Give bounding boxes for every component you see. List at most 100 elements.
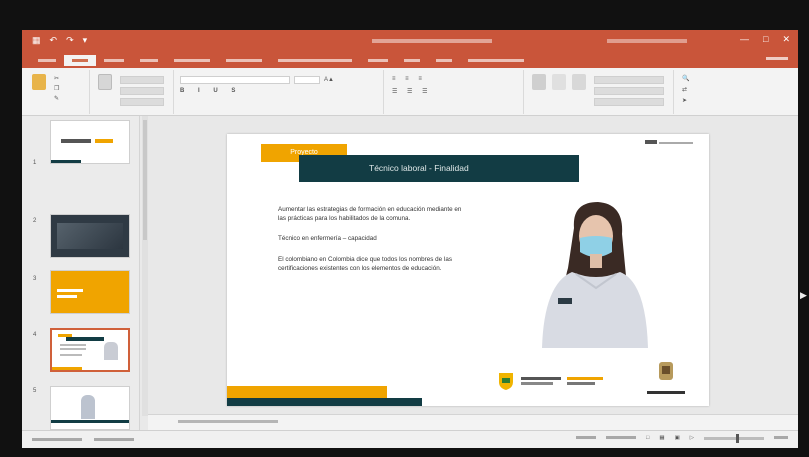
zoom-slider-knob[interactable] (736, 433, 739, 443)
minimize-icon[interactable]: — (740, 34, 749, 45)
tab-view[interactable] (396, 55, 428, 66)
ribbon-tabs (22, 52, 798, 68)
slide-title-bar: Técnico laboral - Finalidad (299, 155, 579, 182)
powerpoint-window: ▦ ↶ ↷ ▾ — □ ✕ ✂ ❐ ✎ B I U S A▲ ≡ ≡ ≡ ☰ ☰… (22, 30, 798, 448)
paragraph-group: ≡ ≡ ≡ ☰ ☰ ☰ (384, 70, 524, 114)
share-button[interactable] (766, 55, 788, 62)
close-icon[interactable]: ✕ (782, 34, 790, 45)
font-name-field[interactable] (180, 76, 290, 84)
tab-insert[interactable] (96, 55, 132, 66)
editing-group: 🔍 ⇄ ➤ (674, 70, 798, 114)
redo-icon[interactable]: ↷ (66, 35, 74, 46)
slide-thumbnail[interactable] (50, 270, 130, 314)
logo-row (497, 371, 603, 391)
person-photo (542, 202, 648, 348)
format-painter-icon[interactable]: ✎ (54, 95, 59, 102)
slide-number: 3 (33, 276, 37, 282)
slide-number: 1 (33, 160, 37, 166)
cut-icon[interactable]: ✂ (54, 75, 59, 82)
tab-file[interactable] (30, 55, 64, 66)
layout-button[interactable] (120, 76, 164, 84)
status-left (32, 437, 134, 443)
status-right: □ ▦ ▣ ▷ (576, 433, 788, 443)
find-icon[interactable]: 🔍 (682, 75, 689, 82)
slide-body-text: Aumentar las estrategias de formación en… (278, 205, 468, 284)
slide-footer-accent (227, 386, 387, 398)
shape-fill-button[interactable] (594, 76, 664, 84)
reading-view-icon[interactable]: ▣ (675, 435, 680, 441)
slide-number: 5 (33, 388, 37, 394)
normal-view-icon[interactable]: □ (646, 435, 649, 441)
language-indicator (94, 437, 134, 443)
grow-font-icon[interactable]: A▲ (324, 77, 334, 83)
tab-design[interactable] (132, 55, 166, 66)
clipboard-label (22, 107, 89, 113)
slide-thumbnail-selected[interactable] (50, 328, 130, 372)
slideshow-icon[interactable]: ▷ (690, 435, 694, 441)
shape-outline-button[interactable] (594, 87, 664, 95)
body-paragraph-2: Técnico en enfermería – capacidad (278, 235, 377, 243)
zoom-level[interactable] (774, 435, 788, 441)
window-title (352, 36, 512, 45)
body-paragraph-3: El colombiano en Colombia dice que todos… (278, 255, 452, 272)
clipboard-group: ✂ ❐ ✎ (22, 70, 90, 114)
slide-footer-bar (227, 398, 422, 406)
slide-number: 2 (33, 218, 37, 224)
slide-number: 4 (33, 332, 37, 338)
coat-of-arms-icon (659, 362, 673, 380)
institution-logo-2 (567, 377, 603, 391)
quick-access-toolbar: ▦ ↶ ↷ ▾ (32, 35, 87, 46)
slide-header-logo (645, 140, 693, 146)
select-icon[interactable]: ➤ (682, 97, 687, 104)
tab-help[interactable] (428, 55, 460, 66)
user-account[interactable] (607, 36, 687, 45)
maximize-icon[interactable]: □ (763, 34, 768, 45)
current-slide[interactable]: Proyecto Técnico laboral - Finalidad Aum… (227, 134, 709, 406)
video-frame: ▦ ↶ ↷ ▾ — □ ✕ ✂ ❐ ✎ B I U S A▲ ≡ ≡ ≡ ☰ ☰… (0, 0, 809, 457)
font-format-buttons[interactable]: B I U S (180, 88, 241, 94)
shape-effects-button[interactable] (594, 98, 664, 106)
window-controls: — □ ✕ (740, 34, 790, 45)
bullets-icon[interactable]: ≡ ≡ ≡ (392, 76, 426, 82)
notes-toggle[interactable] (576, 435, 597, 441)
undo-icon[interactable]: ↶ (50, 35, 58, 46)
notes-placeholder (178, 419, 278, 425)
institution-logo-1 (521, 377, 561, 391)
city-logo (647, 360, 685, 394)
paste-icon[interactable] (32, 74, 46, 90)
slide-thumbnail[interactable] (50, 214, 130, 258)
tab-transitions[interactable] (166, 55, 218, 66)
slide-thumbnail[interactable] (50, 386, 130, 430)
quick-styles-icon[interactable] (572, 74, 586, 90)
replace-icon[interactable]: ⇄ (682, 86, 687, 93)
copy-icon[interactable]: ❐ (54, 85, 59, 92)
customize-icon[interactable]: ▾ (83, 35, 88, 46)
slide-counter (32, 437, 82, 443)
tab-tell-me[interactable] (460, 55, 532, 66)
align-icons[interactable]: ☰ ☰ ☰ (392, 88, 431, 95)
right-edge-marker: ▶ (800, 290, 807, 300)
comments-toggle[interactable] (606, 435, 637, 441)
status-bar: □ ▦ ▣ ▷ (22, 430, 798, 448)
arrange-icon[interactable] (552, 74, 566, 90)
shapes-icon[interactable] (532, 74, 546, 90)
zoom-slider[interactable] (704, 433, 764, 443)
slide-editing-area: Proyecto Técnico laboral - Finalidad Aum… (148, 116, 798, 430)
reset-button[interactable] (120, 87, 164, 95)
notes-pane[interactable] (148, 414, 798, 430)
slide-thumbnail[interactable] (50, 120, 130, 164)
section-button[interactable] (120, 98, 164, 106)
new-slide-icon[interactable] (98, 74, 112, 90)
slide-sorter-icon[interactable]: ▦ (659, 435, 664, 441)
ribbon-home: ✂ ❐ ✎ B I U S A▲ ≡ ≡ ≡ ☰ ☰ ☰ 🔍 ⇄ ➤ (22, 68, 798, 116)
slide-thumbnails-pane: 1 2 3 4 5 (22, 116, 140, 446)
tab-home[interactable] (64, 54, 96, 66)
shield-logo (499, 373, 513, 390)
tab-animations[interactable] (218, 55, 270, 66)
font-size-field[interactable] (294, 76, 320, 84)
body-paragraph-1: Aumentar las estrategias de formación en… (278, 206, 462, 223)
tab-slideshow[interactable] (270, 55, 360, 66)
drawing-group (524, 70, 674, 114)
save-icon[interactable]: ▦ (32, 35, 41, 46)
tab-review[interactable] (360, 55, 396, 66)
